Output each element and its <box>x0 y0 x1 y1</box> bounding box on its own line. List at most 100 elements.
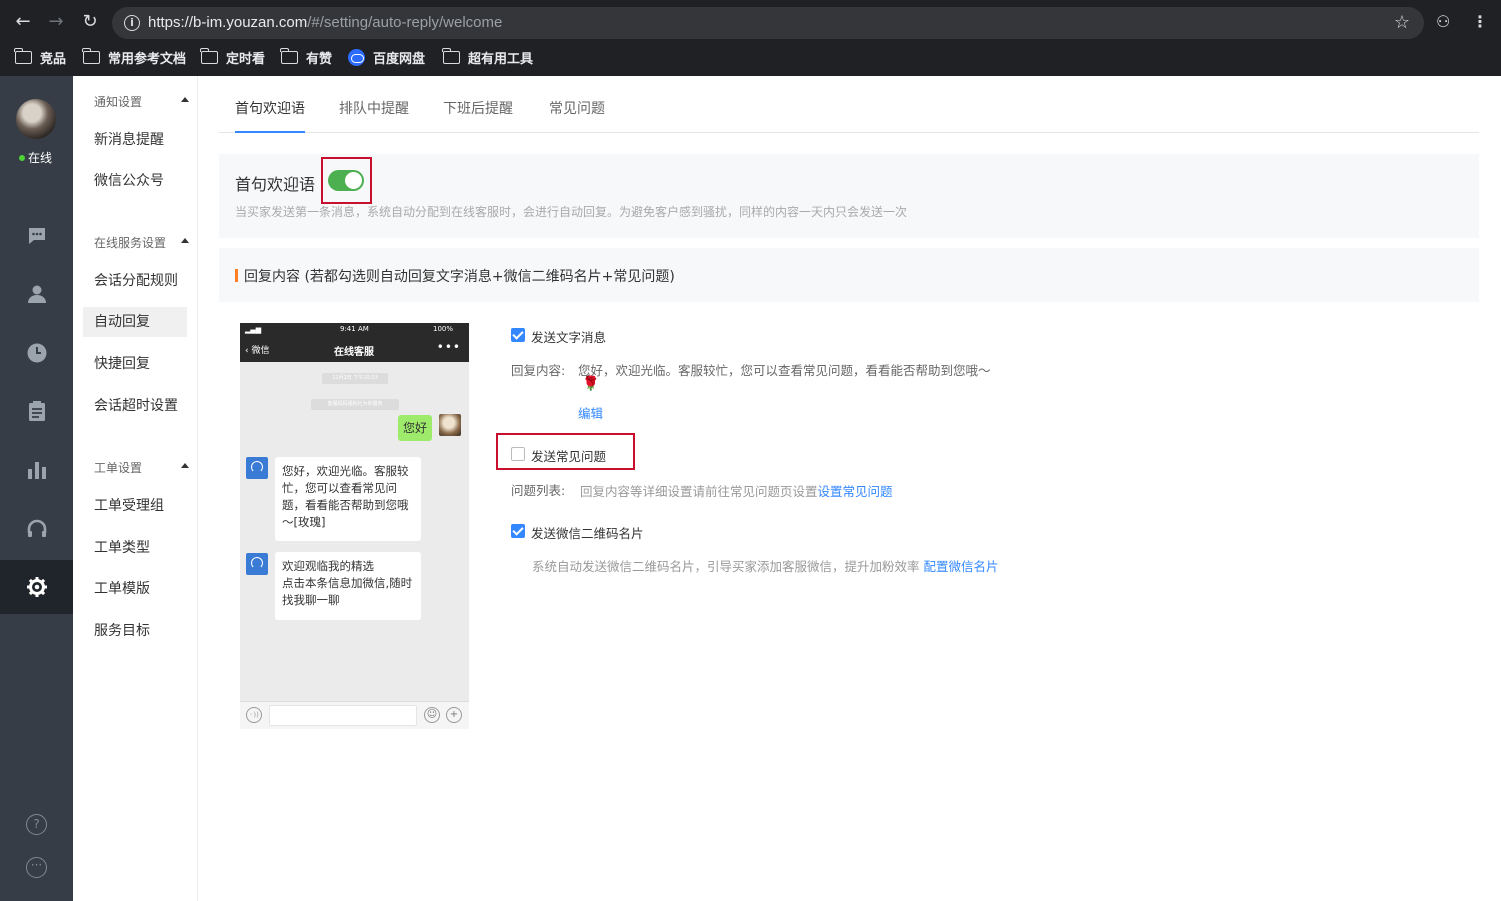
tab-bar: 首句欢迎语 排队中提醒 下班后提醒 常见问题 <box>219 76 1479 133</box>
settings-menu: 通知设置 新消息提醒 微信公众号 在线服务设置 会话分配规则 自动回复 快捷回复… <box>73 76 198 901</box>
menu-group-notify[interactable]: 通知设置 <box>94 93 189 110</box>
menu-item-ticket-group[interactable]: 工单受理组 <box>83 491 187 521</box>
menu-group-title: 通知设置 <box>94 95 143 109</box>
emoji-icon: ☺ <box>424 707 440 723</box>
rail-stats[interactable] <box>0 443 73 497</box>
bookmark-folder[interactable]: 有赞 <box>280 46 332 68</box>
phone-notice: 客服妈妈福利社为你服务 <box>311 399 399 410</box>
faq-hint: 回复内容等详细设置请前往常见问题页设置设置常见问题 <box>580 481 893 500</box>
bookmark-label: 超有用工具 <box>468 51 534 67</box>
menu-item-ticket-template[interactable]: 工单模版 <box>83 574 187 604</box>
rail-service[interactable] <box>0 501 73 555</box>
extension-icon[interactable]: ⚇ <box>1436 12 1450 31</box>
welcome-title: 首句欢迎语 <box>235 175 316 194</box>
chart-icon <box>27 462 46 479</box>
faq-label: 发送常见问题 <box>531 449 607 464</box>
tab-welcome[interactable]: 首句欢迎语 <box>235 98 305 133</box>
clipboard-icon <box>28 401 45 421</box>
menu-item-quick-reply[interactable]: 快捷回复 <box>83 349 187 379</box>
menu-group-title: 在线服务设置 <box>94 236 167 250</box>
menu-item-auto-reply[interactable]: 自动回复 <box>83 307 187 337</box>
bookmark-folder[interactable]: 竞品 <box>14 46 67 68</box>
browser-menu-icon[interactable]: ⋮ <box>1472 12 1488 31</box>
menu-item-service-goal[interactable]: 服务目标 <box>83 616 187 646</box>
caret-up-icon <box>181 238 189 243</box>
faq-checkbox[interactable] <box>511 447 525 461</box>
wechat-card-checkbox[interactable] <box>511 524 525 538</box>
faq-list-label: 问题列表: <box>511 483 566 498</box>
rail-chat[interactable] <box>0 209 73 263</box>
reply-content-header: 回复内容 (若都勾选则自动回复文字消息+微信二维码名片+常见问题) <box>219 248 1479 302</box>
url-text[interactable]: https://b-im.youzan.com/#/setting/auto-r… <box>148 14 502 31</box>
welcome-description: 当买家发送第一条消息，系统自动分配到在线客服时，会进行自动回复。为避免客户感到骚… <box>235 205 908 219</box>
clock-icon <box>27 343 46 363</box>
menu-item-assign-rules[interactable]: 会话分配规则 <box>83 266 187 296</box>
phone-back-label: 微信 <box>251 346 270 356</box>
bookmark-star-icon[interactable]: ☆ <box>1394 12 1410 33</box>
edit-link[interactable]: 编辑 <box>578 403 603 422</box>
phone-input-field <box>269 705 417 726</box>
address-bar[interactable]: i https://b-im.youzan.com/#/setting/auto… <box>112 7 1424 39</box>
menu-group-title: 工单设置 <box>94 461 143 475</box>
bookmark-label: 竞品 <box>40 51 67 67</box>
welcome-panel: 首句欢迎语 当买家发送第一条消息，系统自动分配到在线客服时，会进行自动回复。为避… <box>219 154 1479 238</box>
tab-queue-reminder[interactable]: 排队中提醒 <box>339 98 409 133</box>
menu-item-ticket-type[interactable]: 工单类型 <box>83 533 187 563</box>
bookmark-folder[interactable]: 常用参考文档 <box>82 46 187 68</box>
baidu-pan-icon <box>348 48 365 66</box>
rail-settings[interactable] <box>0 560 73 614</box>
rail-customers[interactable] <box>0 267 73 321</box>
phone-more-icon: ••• <box>436 340 461 354</box>
tab-faq[interactable]: 常见问题 <box>549 98 605 133</box>
accent-bar <box>235 269 238 282</box>
faq-settings-link[interactable]: 设置常见问题 <box>818 484 893 499</box>
phone-title: 在线客服 <box>334 347 374 358</box>
cs-message: 欢迎观临我的精选 点击本条信息加微信,随时找我聊一聊 <box>275 552 421 620</box>
folder-icon <box>200 47 218 64</box>
folder-icon <box>82 47 100 64</box>
bookmark-folder[interactable]: 定时看 <box>200 46 266 68</box>
cs-avatar-icon <box>246 457 268 479</box>
wechat-card-desc-text: 系统自动发送微信二维码名片，引导买家添加客服微信，提升加粉效率 <box>532 559 920 574</box>
forward-arrow-icon[interactable]: → <box>45 11 67 33</box>
avatar[interactable] <box>16 99 56 139</box>
text-message-checkbox[interactable] <box>511 328 525 342</box>
bookmark-label: 定时看 <box>226 51 266 67</box>
user-icon <box>27 285 46 303</box>
rail-history[interactable] <box>0 326 73 380</box>
user-avatar <box>439 414 461 436</box>
menu-item-wechat-official[interactable]: 微信公众号 <box>83 166 187 196</box>
menu-group-ticket[interactable]: 工单设置 <box>94 459 189 476</box>
plus-icon: + <box>446 707 462 723</box>
phone-nav-bar: ‹ 微信 在线客服 ••• <box>240 337 469 362</box>
menu-group-online-service[interactable]: 在线服务设置 <box>94 234 189 251</box>
more-icon[interactable]: ··· <box>26 857 47 878</box>
rail-tickets[interactable] <box>0 384 73 438</box>
menu-item-new-message[interactable]: 新消息提醒 <box>83 125 187 155</box>
site-info-icon[interactable]: i <box>124 15 140 31</box>
phone-preview: ▂▄▆ 9:41 AM 100% ‹ 微信 在线客服 ••• 11月2日 下午1… <box>240 323 469 729</box>
cs-message: 您好，欢迎光临。客服较忙，您可以查看常见问题，看看能否帮助到您哦～[玫瑰] <box>275 457 421 541</box>
bookmark-label: 常用参考文档 <box>108 51 187 67</box>
voice-icon: ◦)) <box>246 707 262 723</box>
highlight-box <box>321 157 372 204</box>
faq-hint-text: 回复内容等详细设置请前往常见问题页设置 <box>580 484 818 499</box>
back-arrow-icon[interactable]: ← <box>12 11 34 33</box>
reply-content-title: 回复内容 (若都勾选则自动回复文字消息+微信二维码名片+常见问题) <box>244 269 675 285</box>
bookmark-link[interactable]: 百度网盘 <box>348 46 425 68</box>
folder-icon <box>14 47 32 64</box>
wechat-card-config-link[interactable]: 配置微信名片 <box>924 559 999 574</box>
online-status[interactable]: 在线 <box>19 149 52 166</box>
rose-emoji: 🌹 <box>582 376 600 392</box>
wechat-card-desc: 系统自动发送微信二维码名片，引导买家添加客服微信，提升加粉效率 配置微信名片 <box>532 556 999 575</box>
menu-item-session-timeout[interactable]: 会话超时设置 <box>83 391 187 421</box>
bookmark-folder[interactable]: 超有用工具 <box>442 46 534 68</box>
wechat-card-label: 发送微信二维码名片 <box>531 526 644 541</box>
tab-offline-reminder[interactable]: 下班后提醒 <box>443 98 513 133</box>
cs-avatar-icon <box>246 553 268 575</box>
gear-icon <box>26 577 47 597</box>
help-icon[interactable]: ? <box>26 814 47 835</box>
reload-icon[interactable]: ↻ <box>79 11 101 33</box>
bookmark-label: 百度网盘 <box>373 51 426 67</box>
phone-time-pill: 11月2日 下午10:23 <box>322 373 388 384</box>
